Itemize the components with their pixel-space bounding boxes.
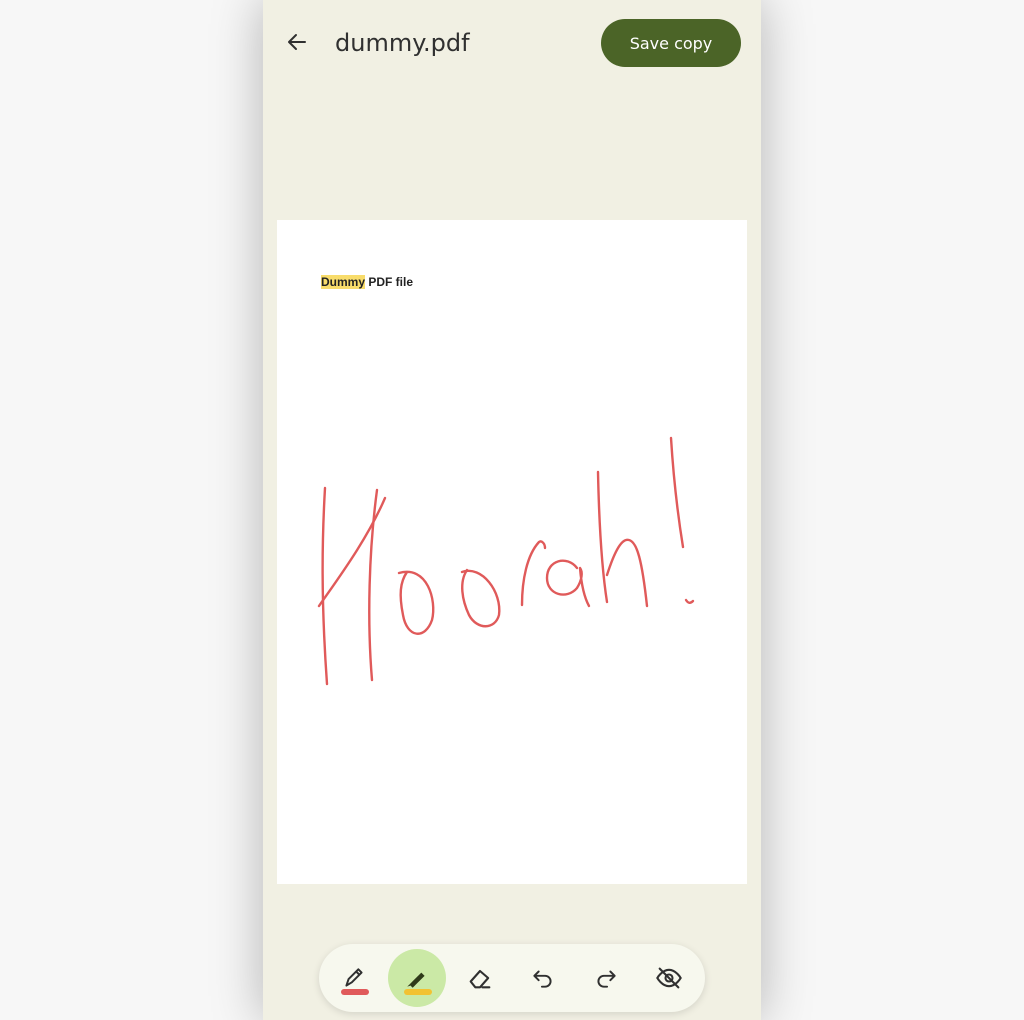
pen-color-swatch <box>341 989 369 995</box>
highlighter-tool-button[interactable] <box>388 949 446 1007</box>
redo-button[interactable] <box>577 949 635 1007</box>
highlighter-icon <box>407 972 425 988</box>
back-button[interactable] <box>277 22 317 62</box>
app-screen: dummy.pdf Save copy Dummy PDF file <box>263 0 761 1020</box>
pen-tool-button[interactable] <box>325 949 383 1007</box>
eraser-icon <box>469 969 491 989</box>
pen-icon <box>345 968 363 987</box>
redo-icon <box>597 970 616 988</box>
arrow-left-icon <box>288 34 306 50</box>
annotation-toolbar <box>319 944 705 1012</box>
document-title: dummy.pdf <box>335 29 470 57</box>
eye-off-icon <box>656 967 682 989</box>
eraser-tool-button[interactable] <box>451 949 509 1007</box>
hide-annotations-button[interactable] <box>640 949 698 1007</box>
highlighter-color-swatch <box>404 989 432 995</box>
handwritten-annotation <box>317 436 695 686</box>
save-copy-button[interactable]: Save copy <box>601 19 741 67</box>
undo-icon <box>533 970 552 988</box>
pdf-page[interactable]: Dummy PDF file <box>277 220 747 884</box>
undo-button[interactable] <box>514 949 572 1007</box>
